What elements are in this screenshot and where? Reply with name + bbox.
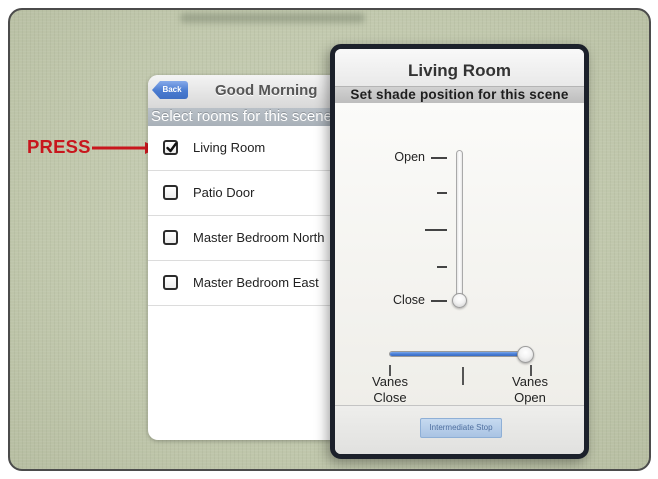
shade-close-label: Close (393, 293, 425, 307)
screenshot-frame: PRESS Back Good Morning Select rooms for… (8, 8, 651, 471)
dialog-subheader: Set shade position for this scene (335, 86, 584, 103)
shade-tick (437, 266, 447, 268)
scene-rooms-panel: Back Good Morning Select rooms for this … (148, 75, 353, 440)
vanes-open-label-line1: Vanes (512, 374, 548, 389)
vanes-fill (390, 352, 525, 356)
room-checkbox[interactable] (163, 185, 178, 200)
vanes-tick-mid (462, 367, 464, 385)
vanes-slider[interactable] (379, 341, 539, 367)
scene-title: Good Morning (215, 82, 318, 99)
vanes-open-label: Vanes Open (495, 374, 565, 406)
rooms-list: Living Room Patio Door Master Bedroom No… (148, 126, 353, 306)
shade-open-label: Open (394, 150, 425, 164)
rooms-subheader: Select rooms for this scene (148, 108, 353, 126)
room-label: Master Bedroom East (193, 275, 319, 290)
back-button-label: Back (162, 85, 182, 94)
back-button[interactable]: Back (152, 81, 188, 99)
dialog-body: Living Room Set shade position for this … (335, 49, 584, 454)
vanes-close-label-line2: Close (373, 390, 407, 405)
vanes-close-label: Vanes Close (355, 374, 425, 406)
scene-panel-header: Back Good Morning (148, 75, 353, 108)
shade-tick-open (431, 157, 447, 159)
vanes-open-label-line2: Open (514, 390, 546, 405)
dialog-footer: Intermediate Stop (335, 405, 584, 454)
room-checkbox[interactable] (163, 230, 178, 245)
room-checkbox[interactable] (163, 140, 178, 155)
room-row[interactable]: Master Bedroom North (148, 216, 353, 261)
room-label: Patio Door (193, 185, 255, 200)
shade-position-slider[interactable] (449, 150, 470, 308)
room-row[interactable]: Master Bedroom East (148, 261, 353, 306)
room-row[interactable]: Living Room (148, 126, 353, 171)
room-label: Master Bedroom North (193, 230, 325, 245)
dialog-title: Living Room (335, 49, 584, 86)
shade-position-dialog: Living Room Set shade position for this … (330, 44, 589, 459)
shade-tick-mid (425, 229, 447, 231)
room-checkbox[interactable] (163, 275, 178, 290)
press-annotation-label: PRESS (27, 136, 91, 157)
checkmark-icon (166, 142, 178, 153)
vanes-thumb[interactable] (516, 345, 534, 363)
dialog-content: Open Close Vanes Close Vanes Open (335, 103, 584, 405)
shade-tick (437, 192, 447, 194)
vanes-close-label-line1: Vanes (372, 374, 408, 389)
vanes-track[interactable] (389, 351, 526, 357)
room-row[interactable]: Patio Door (148, 171, 353, 216)
intermediate-stop-button[interactable]: Intermediate Stop (420, 418, 502, 438)
room-label: Living Room (193, 140, 266, 155)
shade-position-thumb[interactable] (452, 292, 467, 308)
shade-position-track[interactable] (456, 150, 463, 307)
shade-tick-close (431, 300, 447, 302)
blurred-header-text (180, 13, 365, 23)
